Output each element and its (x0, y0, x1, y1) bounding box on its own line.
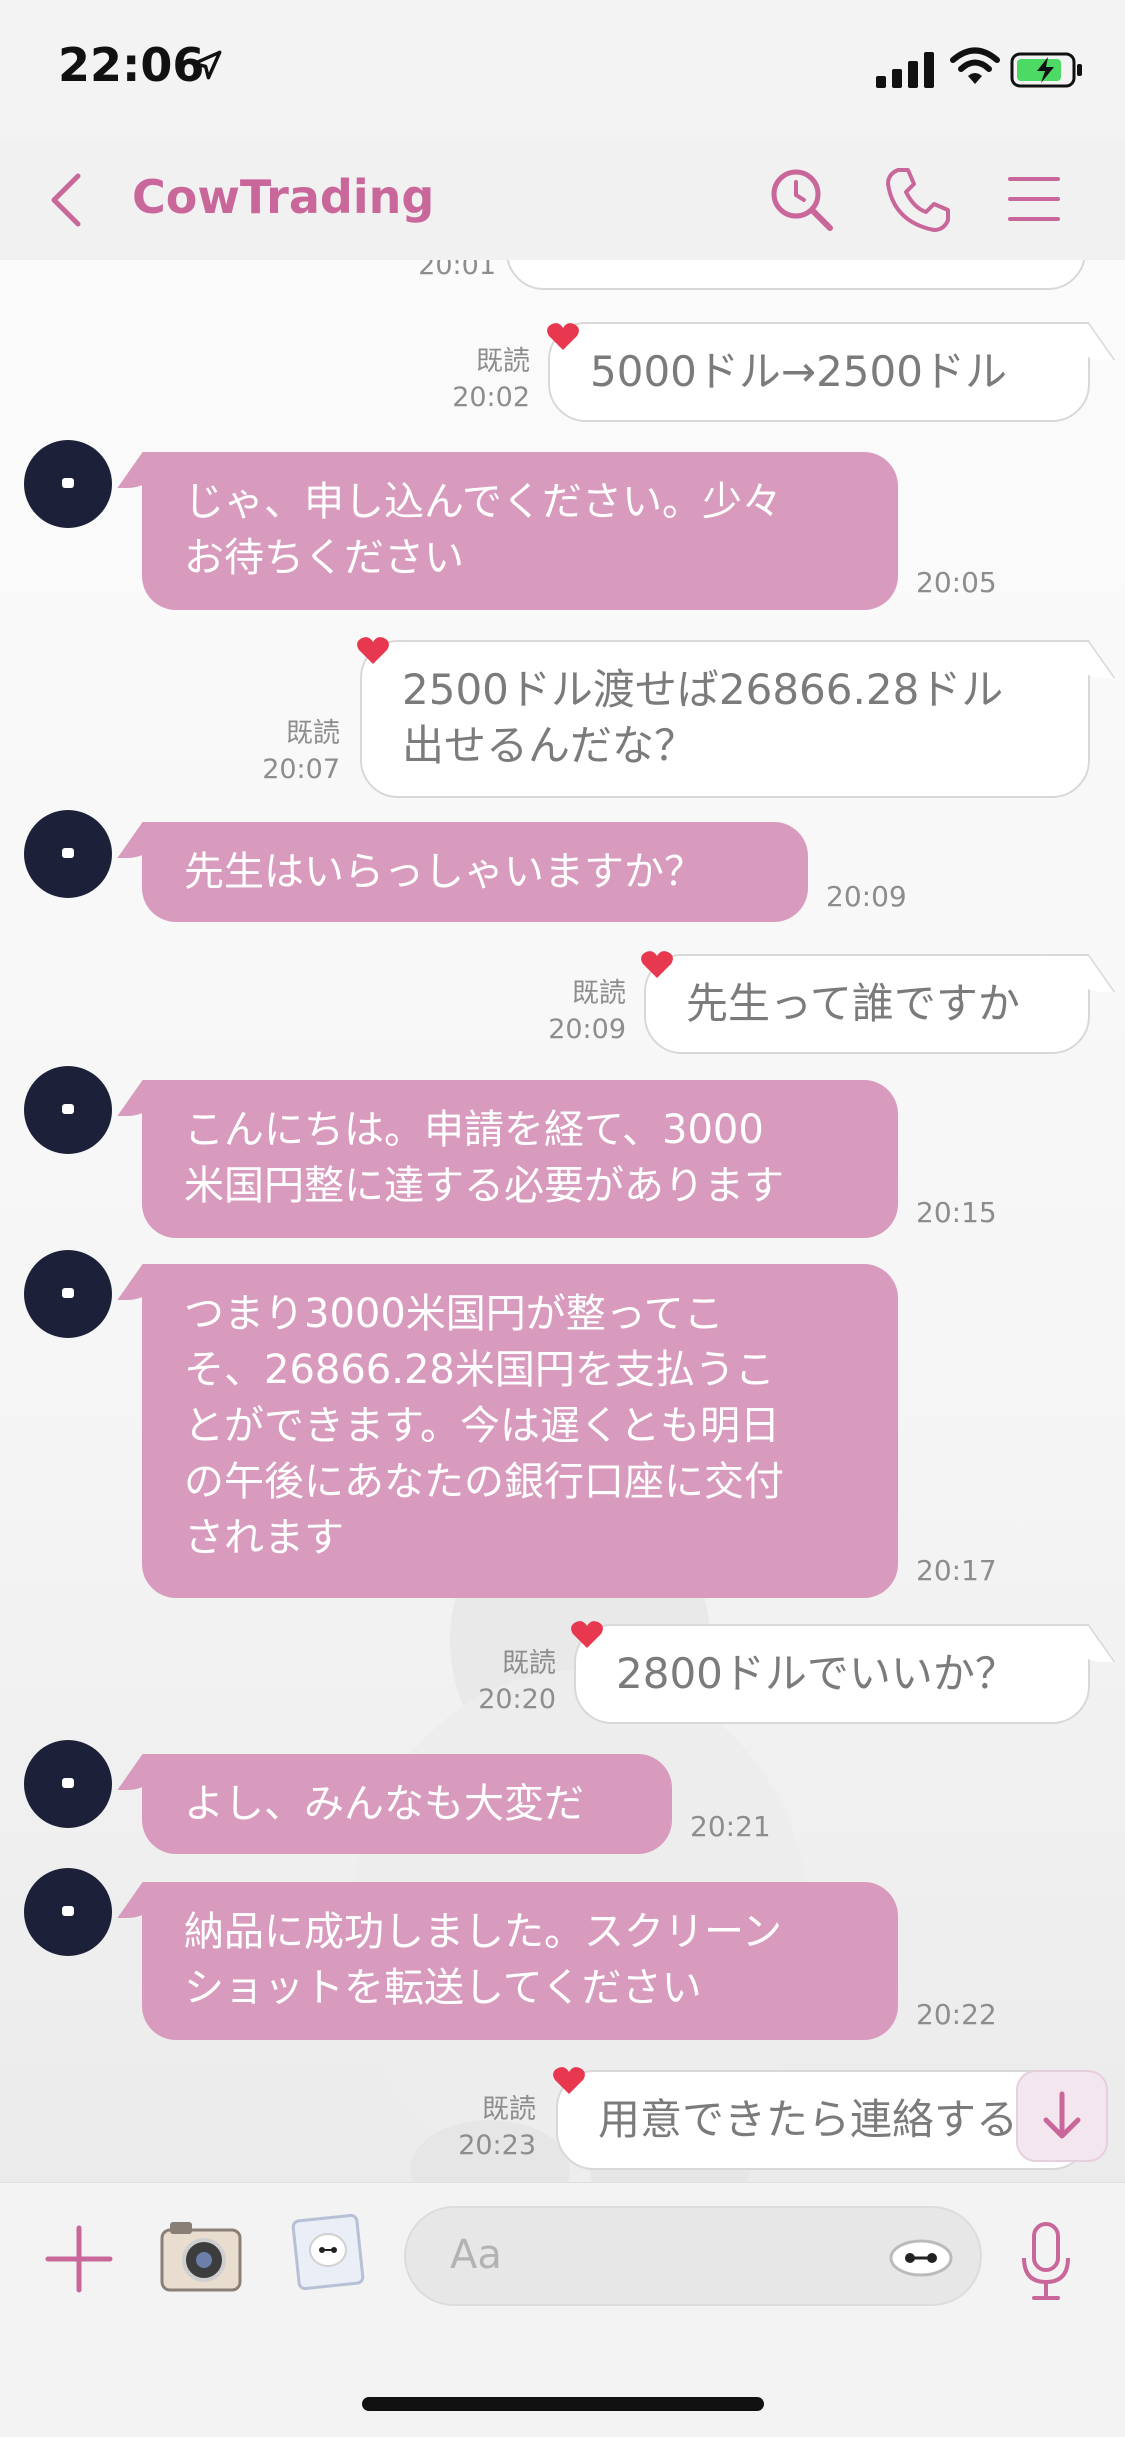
message-time: 20:23 (458, 2130, 536, 2161)
message-text-line: つまり3000米国円が整ってこ (184, 1291, 724, 1337)
avatar[interactable] (24, 1740, 112, 1828)
message-text-line: じゃ、申し込んでください。少々 (184, 479, 782, 525)
avatar[interactable] (24, 1066, 112, 1154)
message-text-line: の午後にあなたの銀行口座に交付 (184, 1459, 784, 1505)
message-text: 2800ドルでいいか？ (616, 1649, 1017, 1698)
read-status: 既読 (482, 2094, 536, 2125)
message-time: 20:01 (418, 260, 496, 281)
avatar[interactable] (24, 1868, 112, 1956)
heart-icon (357, 637, 389, 664)
sticker-icon[interactable] (888, 2238, 954, 2278)
message-text-line: こんにちは。申請を経て、3000 (184, 1107, 764, 1153)
heart-icon (547, 323, 579, 350)
photo-icon[interactable] (290, 2212, 366, 2292)
heart-icon (571, 1621, 603, 1648)
message-text: よし、みんなも大変だ (184, 1781, 584, 1827)
chat-title: CowTrading (132, 170, 435, 224)
outgoing-bubble[interactable]: 用意できたら連絡する (556, 2070, 1090, 2170)
avatar[interactable] (24, 1250, 112, 1338)
message-text-line: 納品に成功しました。スクリーン (184, 1909, 782, 1955)
outgoing-bubble[interactable] (506, 260, 1086, 290)
camera-icon[interactable] (156, 2214, 246, 2298)
location-arrow-icon (192, 50, 222, 80)
message-text-line: 2500ドル渡せば26866.28ドル (402, 665, 1004, 714)
read-status: 既読 (286, 718, 340, 749)
message-text-line: お待ちください (184, 535, 464, 581)
message-time: 20:15 (916, 1196, 997, 1229)
incoming-bubble[interactable]: 先生はいらっしゃいますか？ (142, 822, 808, 922)
heart-icon (553, 2067, 585, 2094)
mic-icon[interactable] (1018, 2220, 1074, 2304)
message-text: 先生って誰ですか (686, 979, 1020, 1028)
message-text-line: 出せるんだな？ (402, 721, 697, 770)
status-time: 22:06 (58, 38, 205, 92)
read-status: 既読 (476, 346, 530, 377)
avatar[interactable] (24, 810, 112, 898)
message-time: 20:02 (452, 382, 530, 413)
home-indicator (362, 2397, 764, 2411)
message-meta: 既読 20:09 (526, 976, 626, 1048)
message-text-line: とができます。今は遅くとも明日 (184, 1403, 780, 1449)
message-text-line: ショットを転送してください (184, 1965, 702, 2011)
message-meta: 既読 20:23 (432, 2092, 536, 2164)
message-time: 20:09 (548, 1014, 626, 1045)
incoming-bubble[interactable]: つまり3000米国円が整ってこ そ、26866.28米国円を支払うこ とができま… (142, 1264, 898, 1598)
message-time: 20:17 (916, 1554, 997, 1587)
wifi-icon (950, 47, 1000, 84)
back-icon[interactable] (46, 170, 86, 230)
menu-icon[interactable] (1006, 174, 1062, 224)
chat-area[interactable]: 20:01 既読 20:02 5000ドル→2500ドル じゃ、申し込んでくださ… (0, 260, 1125, 2182)
message-time: 20:07 (262, 754, 340, 785)
battery-icon (1010, 52, 1082, 88)
message-meta: 既読 20:02 (430, 344, 530, 416)
search-icon[interactable] (768, 166, 834, 232)
signal-icon (876, 52, 934, 88)
outgoing-bubble[interactable]: 先生って誰ですか (644, 954, 1090, 1054)
message-time: 20:22 (916, 1998, 997, 2031)
message-text-line: 米国円整に達する必要があります (184, 1163, 784, 1209)
outgoing-bubble[interactable]: 5000ドル→2500ドル (548, 322, 1090, 422)
message-meta: 既読 20:07 (240, 716, 340, 788)
incoming-bubble[interactable]: じゃ、申し込んでください。少々 お待ちください (142, 452, 898, 610)
phone-icon[interactable] (884, 166, 952, 234)
avatar[interactable] (24, 440, 112, 528)
scroll-to-bottom-button[interactable] (1016, 2070, 1108, 2162)
message-text: 用意できたら連絡する (598, 2095, 1019, 2144)
outgoing-bubble[interactable]: 2500ドル渡せば26866.28ドル 出せるんだな？ (360, 640, 1090, 798)
read-status: 既読 (502, 1648, 556, 1679)
incoming-bubble[interactable]: 納品に成功しました。スクリーン ショットを転送してください (142, 1882, 898, 2040)
message-text: 5000ドル→2500ドル (590, 347, 1007, 396)
message-meta: 既読 20:20 (450, 1646, 556, 1718)
plus-icon[interactable] (44, 2224, 114, 2294)
message-text: 先生はいらっしゃいますか？ (184, 849, 704, 895)
incoming-bubble[interactable]: こんにちは。申請を経て、3000 米国円整に達する必要があります (142, 1080, 898, 1238)
read-status: 既読 (572, 978, 626, 1009)
message-time: 20:21 (690, 1810, 771, 1843)
heart-icon (641, 951, 673, 978)
message-time: 20:09 (826, 880, 907, 913)
incoming-bubble[interactable]: よし、みんなも大変だ (142, 1754, 672, 1854)
message-time: 20:20 (478, 1684, 556, 1715)
message-time: 20:05 (916, 566, 997, 599)
chevron-down-icon (1043, 2091, 1081, 2139)
input-placeholder: Aa (450, 2232, 502, 2278)
outgoing-bubble[interactable]: 2800ドルでいいか？ (574, 1624, 1090, 1724)
message-text-line: されます (184, 1515, 344, 1561)
message-text-line: そ、26866.28米国円を支払うこ (184, 1347, 775, 1393)
